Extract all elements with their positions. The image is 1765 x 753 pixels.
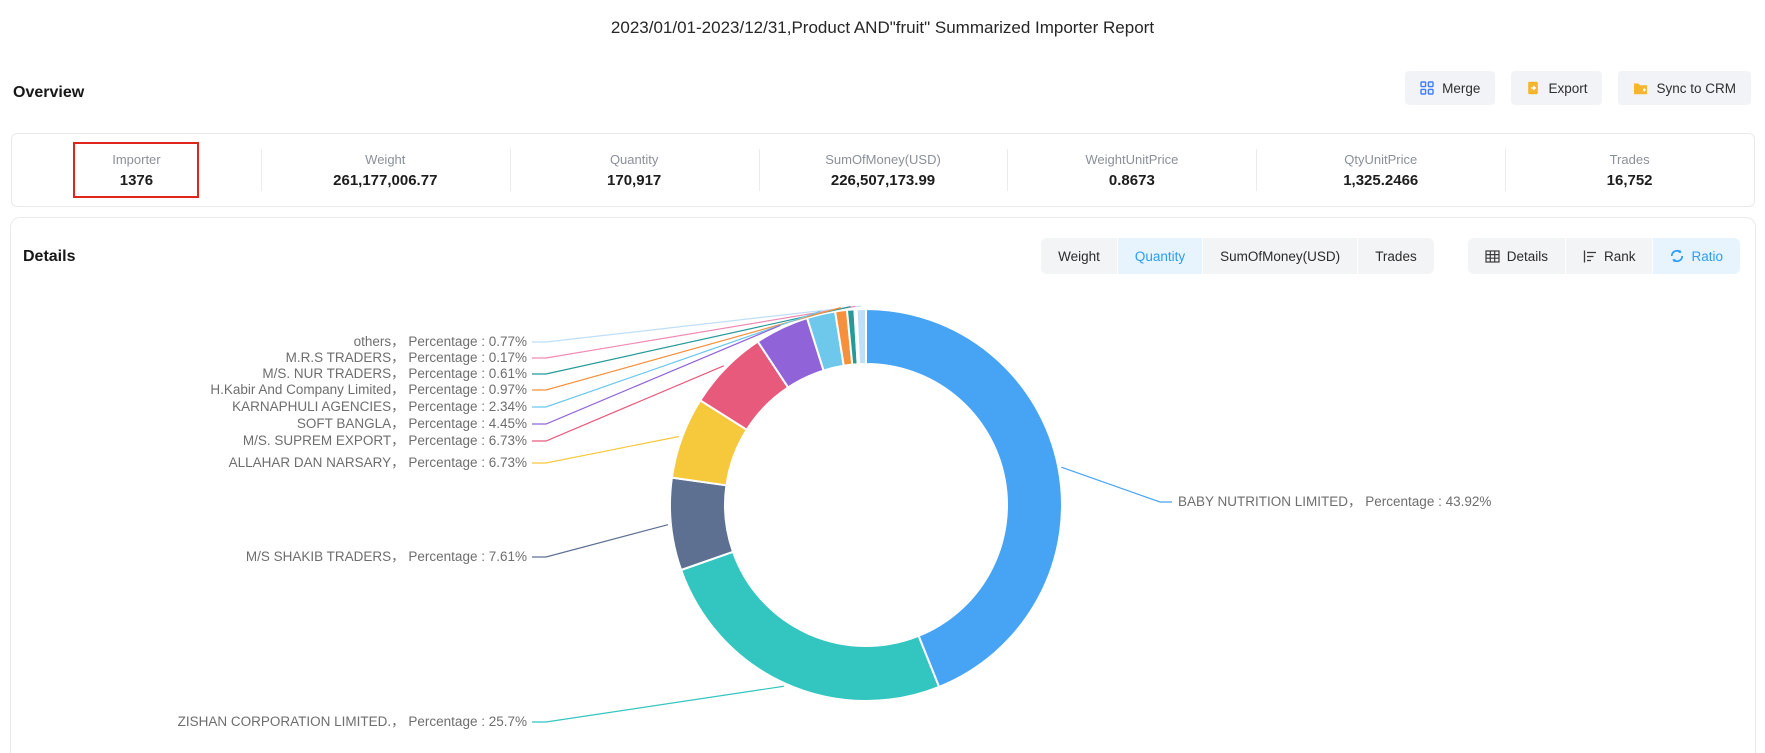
stat-label: Importer — [112, 152, 160, 167]
tab-weight[interactable]: Weight — [1041, 238, 1117, 274]
ratio-icon — [1670, 249, 1684, 263]
page-title: 2023/01/01-2023/12/31,Product AND"fruit"… — [0, 18, 1765, 38]
view-button-label: Rank — [1604, 249, 1636, 264]
pie-label: M/S SHAKIB TRADERS， Percentage : 7.61% — [246, 549, 527, 564]
view-button-group: Details Rank Ratio — [1468, 238, 1740, 274]
table-icon — [1485, 250, 1500, 263]
pie-label: others， Percentage : 0.77% — [354, 334, 527, 349]
stat-quantity: Quantity 170,917 — [510, 134, 759, 206]
pie-label: M/S. NUR TRADERS， Percentage : 0.61% — [262, 366, 527, 381]
pie-label: SOFT BANGLA， Percentage : 4.45% — [297, 416, 527, 431]
label-leader-line — [532, 525, 668, 557]
details-heading: Details — [23, 248, 75, 266]
stat-label: SumOfMoney(USD) — [825, 152, 941, 167]
stat-importer: Importer 1376 — [12, 134, 261, 206]
stat-value: 0.8673 — [1109, 172, 1155, 189]
pie-segment[interactable] — [857, 309, 866, 364]
importer-highlight-box — [73, 142, 199, 198]
stat-label: WeightUnitPrice — [1085, 152, 1178, 167]
stat-trades: Trades 16,752 — [1505, 134, 1754, 206]
rank-icon — [1583, 250, 1597, 263]
export-button-label: Export — [1548, 81, 1587, 96]
pie-label: KARNAPHULI AGENCIES， Percentage : 2.34% — [232, 399, 527, 414]
stat-value: 16,752 — [1607, 172, 1653, 189]
label-leader-line — [532, 436, 679, 463]
pie-segment[interactable] — [681, 552, 939, 701]
stat-value: 226,507,173.99 — [831, 172, 935, 189]
stat-value: 170,917 — [607, 172, 661, 189]
overview-stats-panel: Importer 1376 Weight 261,177,006.77 Quan… — [11, 133, 1755, 207]
stat-value: 1,325.2466 — [1343, 172, 1418, 189]
stat-label: Weight — [365, 152, 405, 167]
stat-label: QtyUnitPrice — [1344, 152, 1417, 167]
export-icon — [1526, 81, 1540, 95]
label-leader-line — [1061, 467, 1172, 502]
details-view-button[interactable]: Details — [1468, 238, 1565, 274]
details-controls: Weight Quantity SumOfMoney(USD) Trades D… — [1041, 238, 1740, 274]
label-leader-line — [532, 686, 784, 722]
view-button-label: Details — [1507, 249, 1548, 264]
pie-label: M.R.S TRADERS， Percentage : 0.17% — [286, 350, 527, 365]
tab-label: Quantity — [1135, 249, 1185, 264]
metric-tab-group: Weight Quantity SumOfMoney(USD) Trades — [1041, 238, 1434, 274]
tab-sum-of-money[interactable]: SumOfMoney(USD) — [1203, 238, 1357, 274]
tab-label: Weight — [1058, 249, 1100, 264]
stat-sum-of-money: SumOfMoney(USD) 226,507,173.99 — [759, 134, 1008, 206]
merge-icon — [1420, 81, 1434, 95]
pie-label: BABY NUTRITION LIMITED， Percentage : 43.… — [1178, 494, 1491, 509]
sync-to-crm-button[interactable]: Sync to CRM — [1618, 71, 1751, 105]
tab-quantity[interactable]: Quantity — [1118, 238, 1202, 274]
sync-to-crm-icon — [1633, 81, 1648, 95]
tab-label: Trades — [1375, 249, 1417, 264]
stat-label: Trades — [1610, 152, 1650, 167]
tab-label: SumOfMoney(USD) — [1220, 249, 1340, 264]
stat-qty-unit-price: QtyUnitPrice 1,325.2466 — [1256, 134, 1505, 206]
pie-label: M/S. SUPREM EXPORT， Percentage : 6.73% — [243, 433, 527, 448]
stat-weight-unit-price: WeightUnitPrice 0.8673 — [1007, 134, 1256, 206]
view-button-label: Ratio — [1691, 249, 1723, 264]
tab-trades[interactable]: Trades — [1358, 238, 1434, 274]
merge-button-label: Merge — [1442, 81, 1480, 96]
export-button[interactable]: Export — [1511, 71, 1602, 105]
stat-value: 261,177,006.77 — [333, 172, 437, 189]
overview-actions: Merge Export Sync to CRM — [1405, 71, 1751, 105]
sync-to-crm-button-label: Sync to CRM — [1656, 81, 1736, 96]
importer-ratio-donut-chart: others， Percentage : 0.77%M.R.S TRADERS，… — [0, 270, 1765, 741]
pie-label: ALLAHAR DAN NARSARY， Percentage : 6.73% — [229, 455, 527, 470]
stat-weight: Weight 261,177,006.77 — [261, 134, 510, 206]
pie-segment[interactable] — [866, 309, 1062, 687]
stat-label: Quantity — [610, 152, 658, 167]
pie-label: H.Kabir And Company Limited， Percentage … — [210, 382, 527, 397]
ratio-view-button[interactable]: Ratio — [1653, 238, 1740, 274]
stat-value: 1376 — [120, 172, 153, 189]
pie-label: ZISHAN CORPORATION LIMITED.， Percentage … — [178, 714, 527, 729]
merge-button[interactable]: Merge — [1405, 71, 1495, 105]
overview-heading: Overview — [13, 84, 84, 102]
rank-view-button[interactable]: Rank — [1566, 238, 1653, 274]
